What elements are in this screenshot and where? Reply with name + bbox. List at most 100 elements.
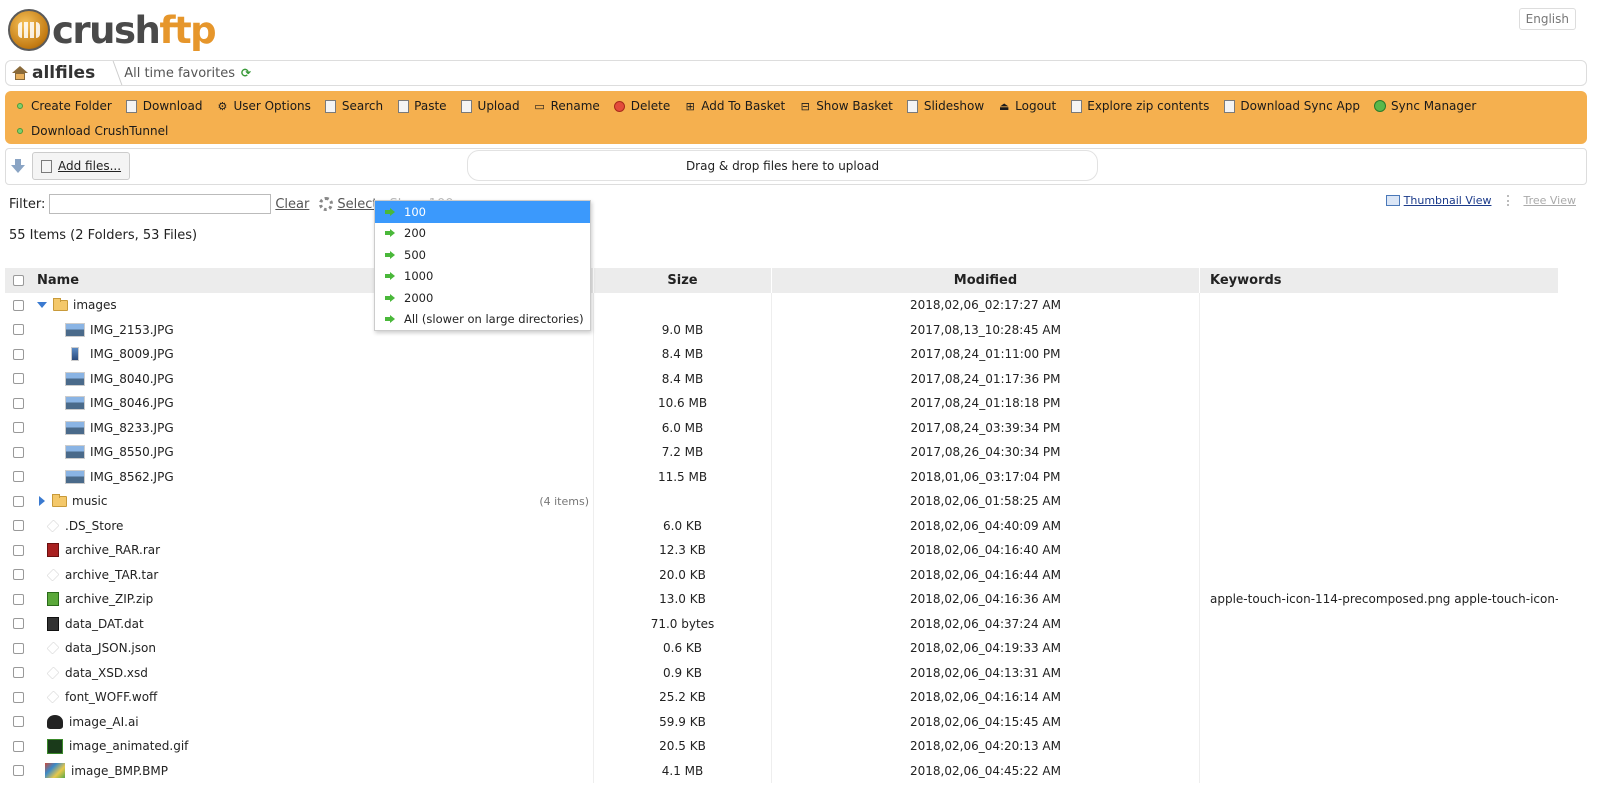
table-row[interactable]: IMG_2153.JPG 9.0 MB 2017,08,13_10:28:45 … (5, 317, 1558, 342)
table-row[interactable]: IMG_8040.JPG 8.4 MB 2017,08,24_01:17:36 … (5, 366, 1558, 391)
explore-zip-button[interactable]: Explore zip contents (1069, 94, 1209, 118)
row-checkbox[interactable] (12, 299, 24, 311)
row-checkbox[interactable] (12, 716, 24, 728)
file-name[interactable]: .DS_Store (65, 519, 123, 533)
collapsed-arrow-icon[interactable] (39, 496, 45, 507)
file-name[interactable]: music (72, 494, 107, 508)
table-row[interactable]: music (4 items) 2018,02,06_01:58:25 AM (5, 489, 1558, 514)
download-button[interactable]: Download (125, 94, 202, 118)
upload-button[interactable]: Upload (460, 94, 520, 118)
collapse-arrow-icon[interactable] (11, 159, 25, 173)
search-button[interactable]: Search (324, 94, 383, 118)
paste-button[interactable]: Paste (396, 94, 447, 118)
sync-manager-button[interactable]: Sync Manager (1373, 94, 1476, 118)
table-row[interactable]: image_AI.ai 59.9 KB 2018,02,06_04:15:45 … (5, 709, 1558, 734)
table-row[interactable]: archive_TAR.tar 20.0 KB 2018,02,06_04:16… (5, 562, 1558, 587)
delete-button[interactable]: Delete (613, 94, 670, 118)
download-sync-app-button[interactable]: Download Sync App (1222, 94, 1360, 118)
create-folder-button[interactable]: Create Folder (13, 94, 112, 118)
row-checkbox[interactable] (12, 348, 24, 360)
file-name[interactable]: font_WOFF.woff (65, 690, 157, 704)
header-size[interactable]: Size (593, 268, 771, 293)
row-checkbox[interactable] (12, 618, 24, 630)
header-modified[interactable]: Modified (771, 268, 1199, 293)
file-name[interactable]: images (73, 298, 117, 312)
user-options-button[interactable]: ⚙ User Options (215, 94, 311, 118)
expand-arrow-icon[interactable] (37, 302, 47, 309)
file-name[interactable]: data_DAT.dat (65, 617, 144, 631)
row-checkbox[interactable] (12, 667, 24, 679)
file-name[interactable]: image_BMP.BMP (71, 764, 168, 778)
file-name[interactable]: IMG_2153.JPG (90, 323, 174, 337)
file-name[interactable]: data_JSON.json (65, 641, 156, 655)
file-name[interactable]: image_animated.gif (69, 739, 188, 753)
table-row[interactable]: image_animated.gif 20.5 KB 2018,02,06_04… (5, 734, 1558, 759)
file-name[interactable]: IMG_8040.JPG (90, 372, 174, 386)
file-name[interactable]: IMG_8562.JPG (90, 470, 174, 484)
file-name[interactable]: IMG_8550.JPG (90, 445, 174, 459)
file-name[interactable]: archive_ZIP.zip (65, 592, 153, 606)
row-checkbox[interactable] (12, 495, 24, 507)
table-row[interactable]: IMG_8233.JPG 6.0 MB 2017,08,24_03:39:34 … (5, 415, 1558, 440)
file-name[interactable]: IMG_8233.JPG (90, 421, 174, 435)
row-checkbox[interactable] (12, 593, 24, 605)
table-row[interactable]: image_BMP.BMP 4.1 MB 2018,02,06_04:45:22… (5, 758, 1558, 783)
row-checkbox[interactable] (12, 422, 24, 434)
tree-view-link[interactable]: Tree View (1507, 194, 1576, 207)
show-basket-button[interactable]: ⊟ Show Basket (798, 94, 893, 118)
table-row[interactable]: data_XSD.xsd 0.9 KB 2018,02,06_04:13:31 … (5, 660, 1558, 685)
file-name[interactable]: IMG_8046.JPG (90, 396, 174, 410)
row-checkbox[interactable] (12, 765, 24, 777)
filter-input[interactable] (49, 194, 272, 214)
file-name[interactable]: data_XSD.xsd (65, 666, 148, 680)
row-checkbox[interactable] (12, 740, 24, 752)
show-option-200[interactable]: 200 (375, 223, 590, 245)
clear-link[interactable]: Clear (275, 197, 309, 212)
file-name[interactable]: archive_RAR.rar (65, 543, 160, 557)
row-checkbox[interactable] (12, 520, 24, 532)
row-checkbox[interactable] (12, 397, 24, 409)
rename-button[interactable]: ▭ Rename (533, 94, 599, 118)
thumbnail-view-link[interactable]: Thumbnail View (1385, 194, 1491, 207)
file-name[interactable]: image_AI.ai (69, 715, 139, 729)
row-checkbox[interactable] (12, 324, 24, 336)
table-row[interactable]: data_DAT.dat 71.0 bytes 2018,02,06_04:37… (5, 611, 1558, 636)
breadcrumb-home[interactable]: allfiles (6, 63, 95, 83)
show-option-500[interactable]: 500 (375, 244, 590, 266)
row-checkbox[interactable] (12, 569, 24, 581)
file-name[interactable]: archive_TAR.tar (65, 568, 158, 582)
file-name[interactable]: IMG_8009.JPG (90, 347, 174, 361)
language-selector[interactable]: English (1518, 8, 1576, 30)
show-option-all[interactable]: All (slower on large directories) (375, 309, 590, 331)
show-option-2000[interactable]: 2000 (375, 287, 590, 309)
drop-zone[interactable]: Drag & drop files here to upload (467, 150, 1098, 181)
show-option-1000[interactable]: 1000 (375, 266, 590, 288)
row-checkbox[interactable] (12, 642, 24, 654)
table-row[interactable]: .DS_Store 6.0 KB 2018,02,06_04:40:09 AM (5, 513, 1558, 538)
download-crushtunnel-button[interactable]: Download CrushTunnel (13, 119, 168, 143)
table-row[interactable]: data_JSON.json 0.6 KB 2018,02,06_04:19:3… (5, 636, 1558, 661)
table-row[interactable]: images 2018,02,06_02:17:27 AM (5, 293, 1558, 318)
row-checkbox[interactable] (12, 544, 24, 556)
show-option-100[interactable]: 100 (375, 201, 590, 223)
table-row[interactable]: archive_RAR.rar 12.3 KB 2018,02,06_04:16… (5, 538, 1558, 563)
add-files-button[interactable]: Add files... (32, 152, 131, 180)
table-row[interactable]: archive_ZIP.zip 13.0 KB 2018,02,06_04:16… (5, 587, 1558, 612)
row-checkbox[interactable] (12, 446, 24, 458)
table-row[interactable]: IMG_8009.JPG 8.4 MB 2017,08,24_01:11:00 … (5, 342, 1558, 367)
table-row[interactable]: font_WOFF.woff 25.2 KB 2018,02,06_04:16:… (5, 685, 1558, 710)
header-keywords[interactable]: Keywords (1199, 268, 1558, 293)
select-link[interactable]: Select (337, 197, 377, 212)
add-to-basket-button[interactable]: ⊞ Add To Basket (683, 94, 786, 118)
row-checkbox[interactable] (12, 471, 24, 483)
slideshow-button[interactable]: Slideshow (906, 94, 984, 118)
logout-button[interactable]: ⏏ Logout (997, 94, 1056, 118)
table-row[interactable]: IMG_8046.JPG 10.6 MB 2017,08,24_01:18:18… (5, 391, 1558, 416)
row-checkbox[interactable] (12, 691, 24, 703)
table-row[interactable]: IMG_8562.JPG 11.5 MB 2018,01,06_03:17:04… (5, 464, 1558, 489)
table-row[interactable]: IMG_8550.JPG 7.2 MB 2017,08,26_04:30:34 … (5, 440, 1558, 465)
row-checkbox[interactable] (12, 373, 24, 385)
select-all-checkbox[interactable] (12, 275, 24, 286)
file-size: 0.6 KB (593, 636, 771, 661)
refresh-icon[interactable]: ⟳ (241, 66, 251, 80)
